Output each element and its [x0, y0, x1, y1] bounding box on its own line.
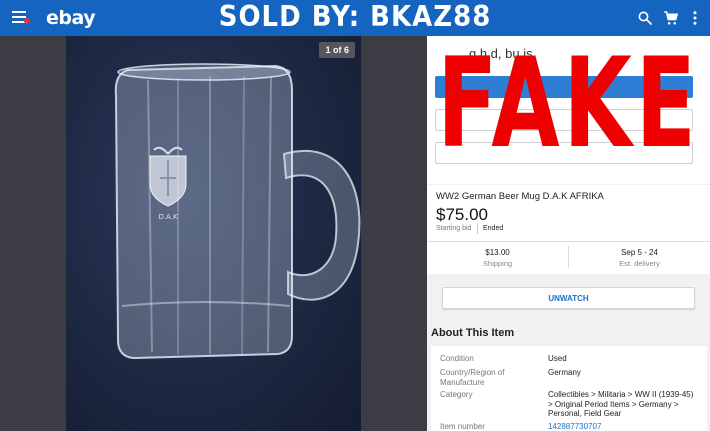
delivery-label: Est. delivery [619, 259, 660, 268]
spec-key-category: Category [440, 390, 473, 399]
listing-summary-card: WW2 German Beer Mug D.A.K AFRIKA $75.00 … [427, 185, 710, 274]
cart-icon[interactable] [662, 9, 680, 27]
divider [427, 241, 710, 242]
more-vert-icon[interactable] [686, 9, 704, 27]
divider [477, 224, 478, 234]
unwatch-button[interactable]: UNWATCH [442, 287, 695, 309]
shipping-cost: $13.00 [485, 248, 510, 257]
spec-value-item-number[interactable]: 142887730707 [548, 422, 698, 431]
spec-key-country: Country/Region of Manufacture [440, 368, 505, 387]
delivery-date: Sep 5 - 24 [621, 248, 658, 257]
item-specifics-card: Condition Used Country/Region of Manufac… [431, 346, 707, 431]
spec-value-category[interactable]: Collectibles > Militaria > WW II (1939-4… [548, 390, 698, 419]
search-icon[interactable] [636, 9, 654, 27]
item-title: WW2 German Beer Mug D.A.K AFRIKA [436, 191, 604, 202]
shipping-label: Shipping [482, 259, 513, 268]
spec-value-condition: Used [548, 354, 567, 363]
spec-key-condition: Condition [440, 354, 474, 363]
item-details-pane: g h d, bu is FAKE WW2 German Beer Mug D.… [427, 36, 710, 431]
bid-type-label: Starting bid [436, 225, 472, 232]
fake-overlay-label: FAKE [437, 36, 700, 176]
listing-status: Ended [483, 225, 504, 232]
item-photo-beer-mug[interactable]: D.A.K 1 of 6 [66, 36, 361, 431]
image-gallery[interactable]: D.A.K 1 of 6 [0, 36, 427, 431]
sold-by-banner: SOLD BY: BKAZ88 [218, 0, 492, 34]
ebay-app-screen: ebay SOLD BY: BKAZ88 D.A.K 1 of 6 g h d,… [0, 0, 710, 431]
obscured-message-card: g h d, bu is FAKE [427, 36, 710, 184]
beer-mug-illustration: D.A.K [114, 63, 361, 360]
spec-value-country: Germany [548, 368, 581, 377]
svg-text:D.A.K: D.A.K [158, 213, 178, 221]
spec-key-item-number: Item number [440, 422, 485, 431]
about-section-title: About This Item [431, 327, 515, 339]
item-price: $75.00 [436, 205, 488, 224]
top-app-bar: ebay SOLD BY: BKAZ88 [0, 0, 710, 36]
image-counter: 1 of 6 [319, 42, 355, 58]
